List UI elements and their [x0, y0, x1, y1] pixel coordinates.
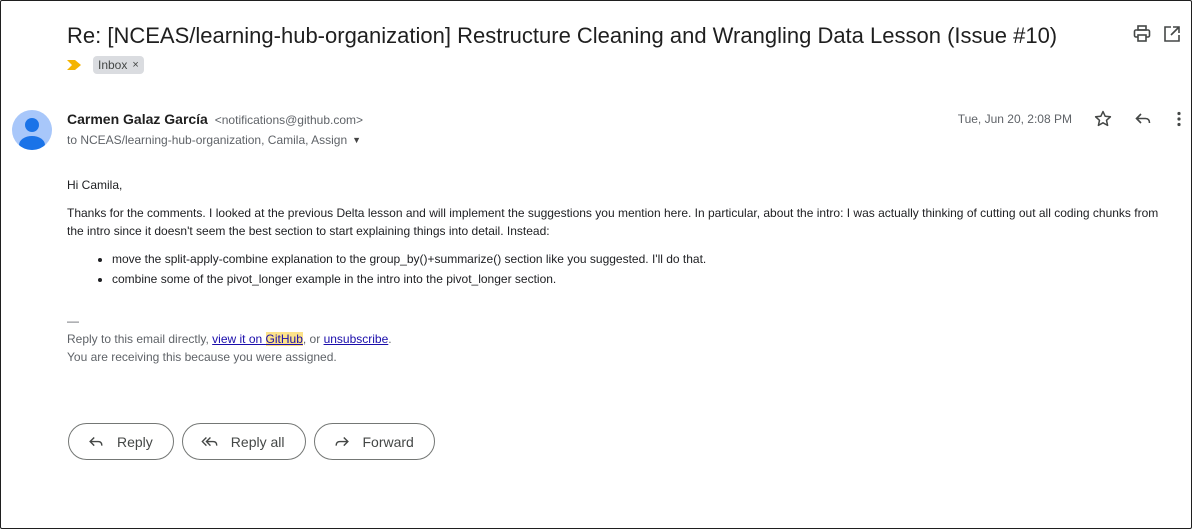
top-toolbar [1132, 24, 1192, 50]
avatar[interactable] [12, 110, 52, 150]
forward-button-label: Forward [362, 433, 414, 450]
reply-button-label: Reply [117, 433, 153, 450]
github-highlight: GitHub [265, 332, 303, 346]
reply-line: Reply to this email directly, view it on… [67, 330, 392, 348]
forward-button[interactable]: Forward [313, 423, 435, 460]
email-subject: Re: [NCEAS/learning-hub-organization] Re… [67, 23, 1058, 48]
list-item: move the split-apply-combine explanation… [112, 250, 1177, 268]
footer-middle: , or [302, 332, 324, 346]
recipients-line: to NCEAS/learning-hub-organization, Cami… [67, 133, 361, 147]
inbox-label[interactable]: Inbox × [93, 56, 144, 74]
show-details-icon[interactable]: ▼ [352, 135, 361, 145]
remove-label-icon[interactable]: × [132, 59, 138, 71]
reply-icon [89, 436, 103, 446]
sender-line: Carmen Galaz García <notifications@githu… [67, 111, 363, 127]
suggestion-list: move the split-apply-combine explanation… [112, 250, 1177, 288]
open-in-new-window-icon[interactable] [1162, 24, 1182, 44]
view-link-prefix: view it on [212, 332, 266, 346]
receiving-reason: You are receiving this because you were … [67, 350, 337, 364]
email-footer: — Reply to this email directly, view it … [67, 312, 392, 366]
recipients-text: to NCEAS/learning-hub-organization, Cami… [67, 133, 348, 147]
greeting: Hi Camila, [67, 178, 123, 192]
reply-all-button-label: Reply all [230, 433, 285, 450]
forward-icon [334, 436, 349, 446]
list-item: combine some of the pivot_longer example… [112, 270, 1177, 288]
view-on-github-link[interactable]: view it on GitHub [212, 332, 303, 346]
footer-end: . [388, 332, 392, 346]
footer-separator: — [67, 314, 79, 328]
reply-all-button[interactable]: Reply all [181, 423, 306, 460]
body-paragraph: Thanks for the comments. I looked at the… [67, 206, 1159, 238]
unsubscribe-link[interactable]: unsubscribe [324, 332, 389, 346]
reply-icon[interactable] [1133, 109, 1153, 129]
sender-email: <notifications@github.com> [214, 113, 364, 127]
action-buttons: Reply Reply all Forward [68, 423, 435, 460]
reply-prefix: Reply to this email directly, [67, 332, 213, 346]
star-icon[interactable] [1093, 109, 1113, 129]
more-vert-icon[interactable] [1172, 109, 1186, 129]
reply-all-icon [201, 436, 218, 446]
inbox-label-text: Inbox [98, 58, 128, 72]
print-icon[interactable] [1132, 24, 1152, 44]
reply-button[interactable]: Reply [68, 423, 174, 460]
email-body: Hi Camila, Thanks for the comments. I lo… [67, 176, 1177, 290]
importance-marker-icon[interactable] [67, 60, 81, 70]
email-date: Tue, Jun 20, 2:08 PM [957, 112, 1072, 126]
label-row: Inbox × [67, 56, 144, 74]
sender-name[interactable]: Carmen Galaz García [67, 111, 208, 127]
